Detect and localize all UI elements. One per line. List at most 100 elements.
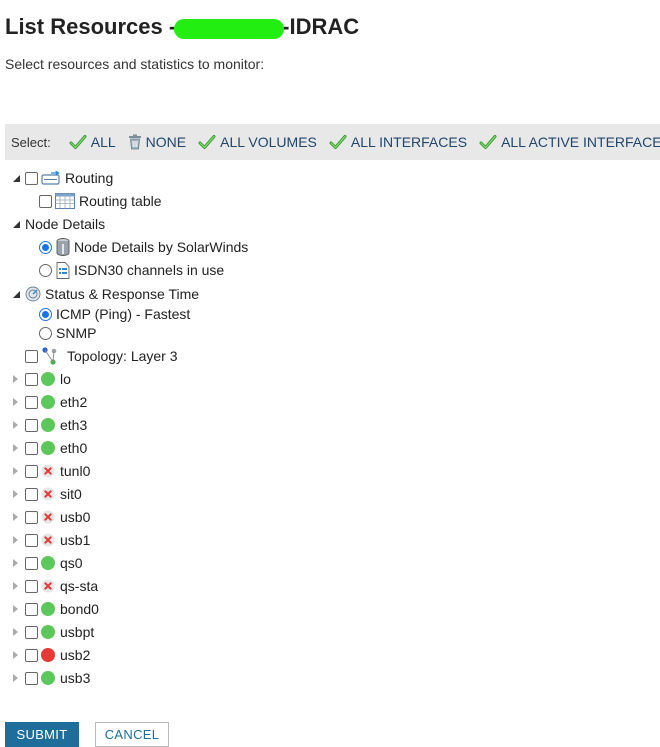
status-down-icon xyxy=(41,648,55,662)
status-up-icon xyxy=(41,418,55,432)
tree-node-icmp: ICMP (Ping) - Fastest xyxy=(39,304,190,324)
expand-arrow-icon[interactable] xyxy=(11,627,21,637)
snmp-radio[interactable] xyxy=(39,326,52,340)
topology-icon xyxy=(41,347,63,365)
interface-row: usb0 xyxy=(11,507,90,527)
node-details-solarwinds-radio[interactable] xyxy=(39,240,52,254)
expand-arrow-icon[interactable] xyxy=(11,581,21,591)
interface-checkbox[interactable] xyxy=(25,487,38,501)
tree-node-isdn30: ISDN30 channels in use xyxy=(39,260,224,280)
node-details-solarwinds-label: Node Details by SolarWinds xyxy=(74,239,249,255)
expand-arrow-icon[interactable] xyxy=(11,443,21,453)
select-toolbar: Select: ALL NONE ALL VOLUMES ALL INTERFA… xyxy=(5,124,660,160)
expand-arrow-icon[interactable] xyxy=(11,489,21,499)
routing-table-label: Routing table xyxy=(79,193,162,209)
interface-row: tunl0 xyxy=(11,461,90,481)
check-icon xyxy=(479,135,497,149)
expand-arrow-icon[interactable] xyxy=(11,466,21,476)
interface-row: usb3 xyxy=(11,668,90,688)
status-up-icon xyxy=(41,556,55,570)
interface-row: sit0 xyxy=(11,484,82,504)
interface-checkbox[interactable] xyxy=(25,510,38,524)
interface-checkbox[interactable] xyxy=(25,395,38,409)
tree-node-snmp: SNMP xyxy=(39,323,96,343)
title-suffix: -IDRAC xyxy=(282,14,360,39)
routing-checkbox[interactable] xyxy=(25,171,38,185)
select-all-active-interfaces-button[interactable]: ALL ACTIVE INTERFACES xyxy=(479,134,660,150)
expand-arrow-icon[interactable] xyxy=(11,420,21,430)
tree-node-topology: Topology: Layer 3 xyxy=(25,346,178,366)
interface-label: sit0 xyxy=(60,486,82,502)
expand-arrow-icon[interactable] xyxy=(11,374,21,384)
interface-row: usb1 xyxy=(11,530,90,550)
page-title: List Resources - -IDRAC xyxy=(5,14,359,40)
interface-checkbox[interactable] xyxy=(25,671,38,685)
interface-label: qs-sta xyxy=(60,578,99,594)
interface-checkbox[interactable] xyxy=(25,441,38,455)
interface-checkbox[interactable] xyxy=(25,464,38,478)
status-unknown-icon xyxy=(41,510,55,524)
expand-arrow-icon[interactable] xyxy=(11,650,21,660)
icmp-radio[interactable] xyxy=(39,307,52,321)
status-up-icon xyxy=(41,395,55,409)
interface-checkbox[interactable] xyxy=(25,579,38,593)
interface-checkbox[interactable] xyxy=(25,556,38,570)
interface-checkbox[interactable] xyxy=(25,648,38,662)
redaction-mark xyxy=(174,19,285,39)
select-none-label: NONE xyxy=(145,134,187,150)
interface-row: lo xyxy=(11,369,71,389)
interface-label: usb0 xyxy=(60,509,91,525)
expand-arrow-icon[interactable] xyxy=(11,512,21,522)
select-all-active-interfaces-label: ALL ACTIVE INTERFACES xyxy=(501,134,660,150)
status-up-icon xyxy=(41,372,55,386)
isdn30-label: ISDN30 channels in use xyxy=(74,262,225,278)
interface-label: eth3 xyxy=(60,417,88,433)
select-none-button[interactable]: NONE xyxy=(128,134,186,150)
interface-label: usbpt xyxy=(60,624,95,640)
interface-row: qs0 xyxy=(11,553,83,573)
document-icon xyxy=(56,261,70,279)
trash-icon xyxy=(128,134,141,150)
interface-checkbox[interactable] xyxy=(25,533,38,547)
expand-arrow-icon[interactable] xyxy=(11,673,21,683)
table-grid-icon xyxy=(55,193,75,209)
expand-arrow-icon[interactable] xyxy=(11,535,21,545)
submit-button[interactable]: SUBMIT xyxy=(5,722,79,747)
expand-arrow-icon[interactable] xyxy=(11,558,21,568)
interface-label: bond0 xyxy=(60,601,99,617)
interface-label: lo xyxy=(60,371,71,387)
collapse-arrow-icon[interactable] xyxy=(11,219,21,229)
interface-checkbox[interactable] xyxy=(25,625,38,639)
status-response-label: Status & Response Time xyxy=(45,286,200,302)
select-all-interfaces-button[interactable]: ALL INTERFACES xyxy=(329,134,467,150)
interface-label: usb3 xyxy=(60,670,91,686)
database-icon xyxy=(56,238,70,256)
cancel-button[interactable]: CANCEL xyxy=(95,722,169,747)
tree-node-status-response: Status & Response Time xyxy=(11,284,199,304)
select-all-button[interactable]: ALL xyxy=(69,134,116,150)
interface-checkbox[interactable] xyxy=(25,418,38,432)
status-unknown-icon xyxy=(41,487,55,501)
select-all-interfaces-label: ALL INTERFACES xyxy=(350,134,468,150)
interface-checkbox[interactable] xyxy=(25,372,38,386)
collapse-arrow-icon[interactable] xyxy=(11,173,21,183)
interface-row: qs-sta xyxy=(11,576,98,596)
interface-row: bond0 xyxy=(11,599,99,619)
interface-checkbox[interactable] xyxy=(25,602,38,616)
icmp-label: ICMP (Ping) - Fastest xyxy=(56,306,191,322)
tree-node-node-details-solarwinds: Node Details by SolarWinds xyxy=(39,237,248,257)
routing-table-checkbox[interactable] xyxy=(39,194,52,208)
expand-arrow-icon[interactable] xyxy=(11,397,21,407)
isdn30-radio[interactable] xyxy=(39,263,52,277)
tree-node-node-details: Node Details xyxy=(11,214,105,234)
status-up-icon xyxy=(41,671,55,685)
select-all-volumes-button[interactable]: ALL VOLUMES xyxy=(198,134,317,150)
interface-row: eth3 xyxy=(11,415,87,435)
snmp-label: SNMP xyxy=(56,325,97,341)
topology-checkbox[interactable] xyxy=(25,349,38,363)
collapse-arrow-icon[interactable] xyxy=(11,289,21,299)
title-prefix: List Resources - xyxy=(5,14,177,39)
interface-row: usbpt xyxy=(11,622,94,642)
expand-arrow-icon[interactable] xyxy=(11,604,21,614)
interface-label: tunl0 xyxy=(60,463,91,479)
